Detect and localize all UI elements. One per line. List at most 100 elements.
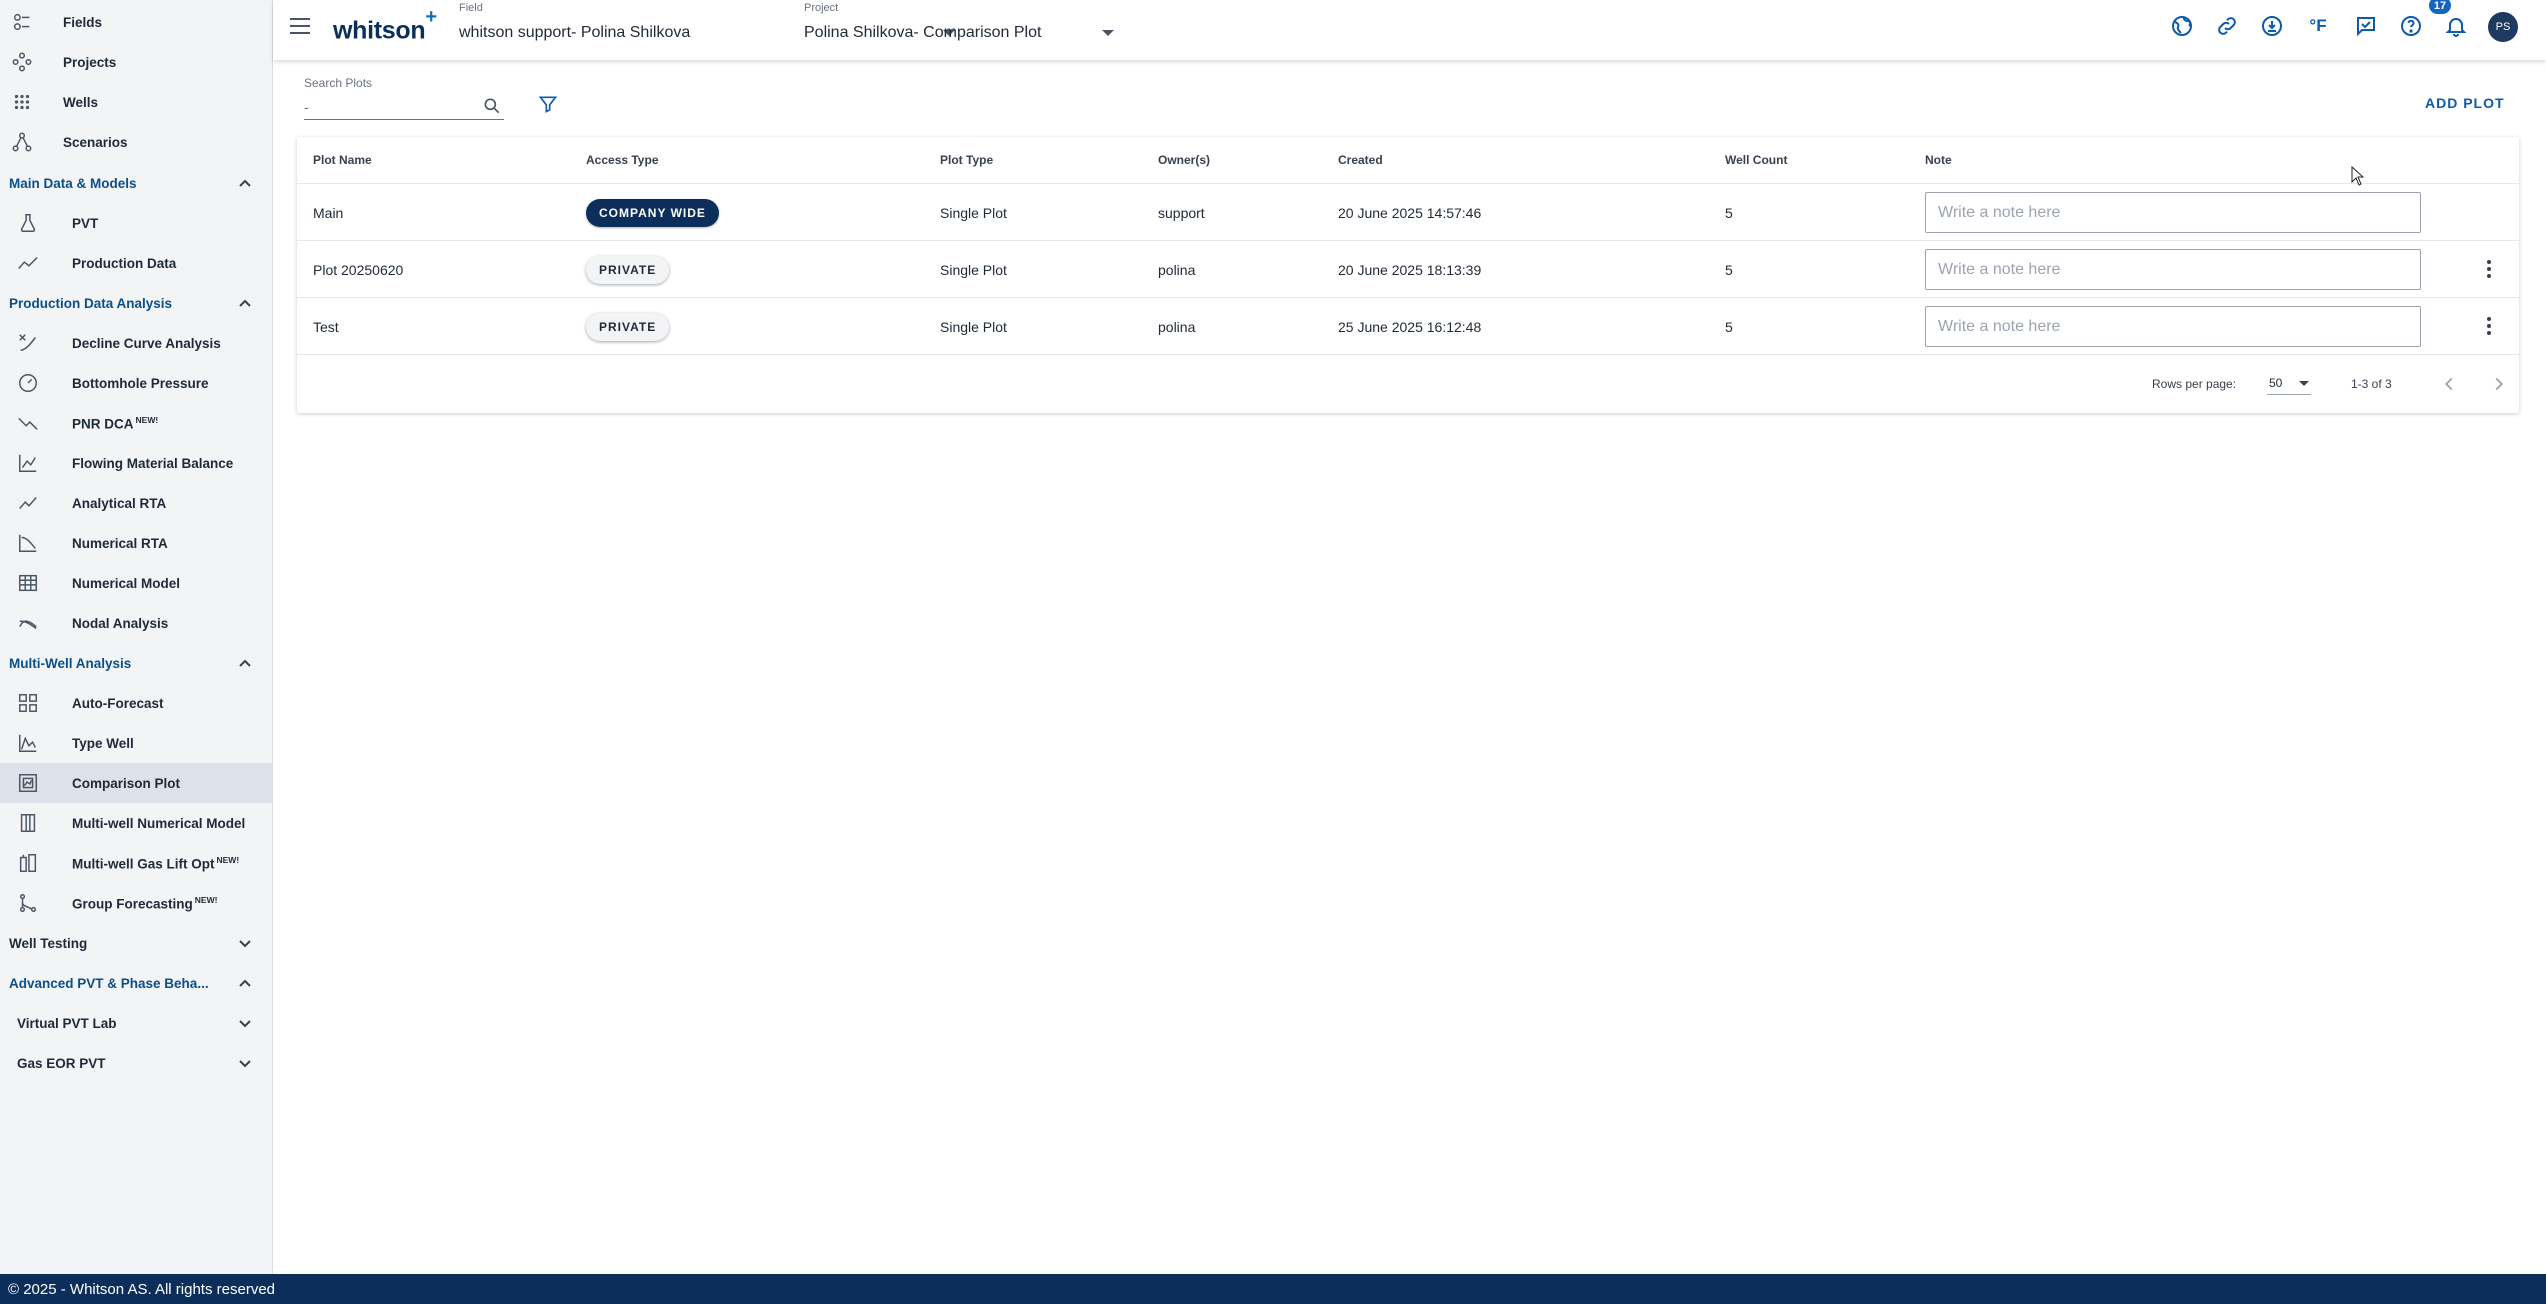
sidebar-item-auto-forecast[interactable]: Auto-Forecast xyxy=(0,683,272,723)
sidebar-item-multi-well-numerical[interactable]: Multi-well Numerical Model xyxy=(0,803,272,843)
plot-name[interactable]: Main xyxy=(313,184,343,241)
section-main-data[interactable]: Main Data & Models xyxy=(0,163,272,203)
download-icon[interactable] xyxy=(2259,13,2285,39)
more-vert-icon[interactable] xyxy=(2477,257,2501,281)
sidebar-item-fmb[interactable]: Flowing Material Balance xyxy=(0,443,272,483)
note-input[interactable] xyxy=(1925,306,2421,347)
project-selector[interactable]: Project Polina Shilkova- Comparison Plot xyxy=(804,0,1114,60)
field-selector[interactable]: Field whitson support- Polina Shilkova xyxy=(459,0,955,60)
field-label: Field xyxy=(459,2,483,14)
search-icon[interactable] xyxy=(482,96,502,116)
sidebar-item-label: Auto-Forecast xyxy=(72,695,164,711)
chevron-up-icon xyxy=(238,656,252,670)
sidebar-item-label: Wells xyxy=(63,94,99,110)
column-header-access-type[interactable]: Access Type xyxy=(586,137,659,183)
plot-type: Single Plot xyxy=(940,261,1007,278)
access-chip[interactable]: PRIVATE xyxy=(586,312,670,341)
section-advanced-pvt[interactable]: Advanced PVT & Phase Beha... xyxy=(0,963,272,1003)
sidebar-item-gas-lift[interactable]: Multi-well Gas Lift Opt NEW! xyxy=(0,843,272,883)
sidebar-item-production-data[interactable]: Production Data xyxy=(0,243,272,283)
sidebar-item-label: Group Forecasting xyxy=(72,896,193,912)
feedback-icon[interactable] xyxy=(2353,13,2379,39)
section-label: Advanced PVT & Phase Beha... xyxy=(9,975,209,991)
column-header-plot-type[interactable]: Plot Type xyxy=(940,137,993,183)
created-date: 20 June 2025 14:57:46 xyxy=(1338,204,1482,221)
menu-icon[interactable] xyxy=(290,18,310,34)
temperature-unit-toggle[interactable]: °F xyxy=(2305,13,2331,39)
created-date: 20 June 2025 18:13:39 xyxy=(1338,261,1482,278)
trending-down-icon xyxy=(16,411,40,435)
sidebar-item-dca[interactable]: Decline Curve Analysis xyxy=(0,323,272,363)
sidebar-item-label: Production Data xyxy=(72,255,177,271)
section-production-analysis[interactable]: Production Data Analysis xyxy=(0,283,272,323)
sidebar-item-label: PVT xyxy=(72,215,99,231)
sidebar-item-label: Flowing Material Balance xyxy=(72,455,234,471)
section-multi-well[interactable]: Multi-Well Analysis xyxy=(0,643,272,683)
column-header-created[interactable]: Created xyxy=(1338,137,1383,183)
sidebar-item-pvt[interactable]: PVT xyxy=(0,203,272,243)
sidebar-item-pnr-dca[interactable]: PNR DCA NEW! xyxy=(0,403,272,443)
note-input[interactable] xyxy=(1925,249,2421,290)
access-chip[interactable]: PRIVATE xyxy=(586,255,670,284)
more-vert-icon[interactable] xyxy=(2477,314,2501,338)
column-header-well-count[interactable]: Well Count xyxy=(1725,137,1787,183)
avatar[interactable]: PS xyxy=(2488,12,2518,42)
access-chip[interactable]: COMPANY WIDE xyxy=(586,198,719,227)
sidebar-item-nodal[interactable]: Nodal Analysis xyxy=(0,603,272,643)
gauge-icon xyxy=(16,371,40,395)
sidebar: Fields Projects Wells Scenarios Main Dat… xyxy=(0,0,273,1274)
section-gas-eor[interactable]: Gas EOR PVT xyxy=(0,1043,272,1083)
sidebar-item-analytical-rta[interactable]: Analytical RTA xyxy=(0,483,272,523)
fields-icon xyxy=(10,10,34,34)
rows-per-page-select[interactable]: 50 xyxy=(2267,373,2311,395)
section-well-testing[interactable]: Well Testing xyxy=(0,923,272,963)
plot-name[interactable]: Test xyxy=(313,298,339,355)
logo: whitson+ xyxy=(333,6,437,45)
well-count: 5 xyxy=(1725,261,1733,278)
add-plot-button[interactable]: ADD PLOT xyxy=(2425,90,2505,116)
owner: polina xyxy=(1158,318,1196,335)
search-input[interactable] xyxy=(304,94,504,120)
section-label: Multi-Well Analysis xyxy=(9,655,132,671)
sidebar-item-group-forecasting[interactable]: Group Forecasting NEW! xyxy=(0,883,272,923)
table-row[interactable]: Main COMPANY WIDE Single Plot support 20… xyxy=(297,184,2519,241)
sidebar-item-numerical-model[interactable]: Numerical Model xyxy=(0,563,272,603)
owner: polina xyxy=(1158,261,1196,278)
rows-per-page-label: Rows per page: xyxy=(2152,377,2237,391)
filter-icon[interactable] xyxy=(538,94,558,114)
plot-name[interactable]: Plot 20250620 xyxy=(313,241,403,298)
chevron-right-icon[interactable] xyxy=(2488,373,2510,395)
section-label: Well Testing xyxy=(9,935,88,951)
plot-type: Single Plot xyxy=(940,204,1007,221)
globe-icon[interactable] xyxy=(2169,13,2195,39)
caret-down-icon xyxy=(1102,30,1114,36)
table-row[interactable]: Test PRIVATE Single Plot polina 25 June … xyxy=(297,298,2519,355)
sidebar-item-comparison-plot[interactable]: Comparison Plot xyxy=(0,763,272,803)
help-icon[interactable] xyxy=(2398,13,2424,39)
column-header-plot-name[interactable]: Plot Name xyxy=(313,137,372,183)
sidebar-item-bhp[interactable]: Bottomhole Pressure xyxy=(0,363,272,403)
sidebar-item-wells[interactable]: Wells xyxy=(0,82,272,122)
search-field: Search Plots xyxy=(304,72,504,120)
mouse-cursor-icon xyxy=(2351,166,2365,186)
link-icon[interactable] xyxy=(2214,13,2240,39)
column-header-owners[interactable]: Owner(s) xyxy=(1158,137,1210,183)
footer: © 2025 - Whitson AS. All rights reserved xyxy=(0,1274,2546,1304)
sidebar-item-type-well[interactable]: Type Well xyxy=(0,723,272,763)
bell-icon[interactable] xyxy=(2443,13,2469,39)
sidebar-item-label: Nodal Analysis xyxy=(72,615,169,631)
section-virtual-pvt[interactable]: Virtual PVT Lab xyxy=(0,1003,272,1043)
table-row[interactable]: Plot 20250620 PRIVATE Single Plot polina… xyxy=(297,241,2519,298)
project-label: Project xyxy=(804,2,839,14)
column-header-note[interactable]: Note xyxy=(1925,137,1952,183)
wells-icon xyxy=(10,90,34,114)
sidebar-item-fields[interactable]: Fields xyxy=(0,2,272,42)
sidebar-item-numerical-rta[interactable]: Numerical RTA xyxy=(0,523,272,563)
chevron-left-icon[interactable] xyxy=(2438,373,2460,395)
plot-type: Single Plot xyxy=(940,318,1007,335)
sidebar-item-projects[interactable]: Projects xyxy=(0,42,272,82)
sidebar-item-scenarios[interactable]: Scenarios xyxy=(0,122,272,162)
sidebar-item-label: PNR DCA xyxy=(72,416,134,432)
notification-badge: 17 xyxy=(2429,0,2451,14)
note-input[interactable] xyxy=(1925,192,2421,233)
